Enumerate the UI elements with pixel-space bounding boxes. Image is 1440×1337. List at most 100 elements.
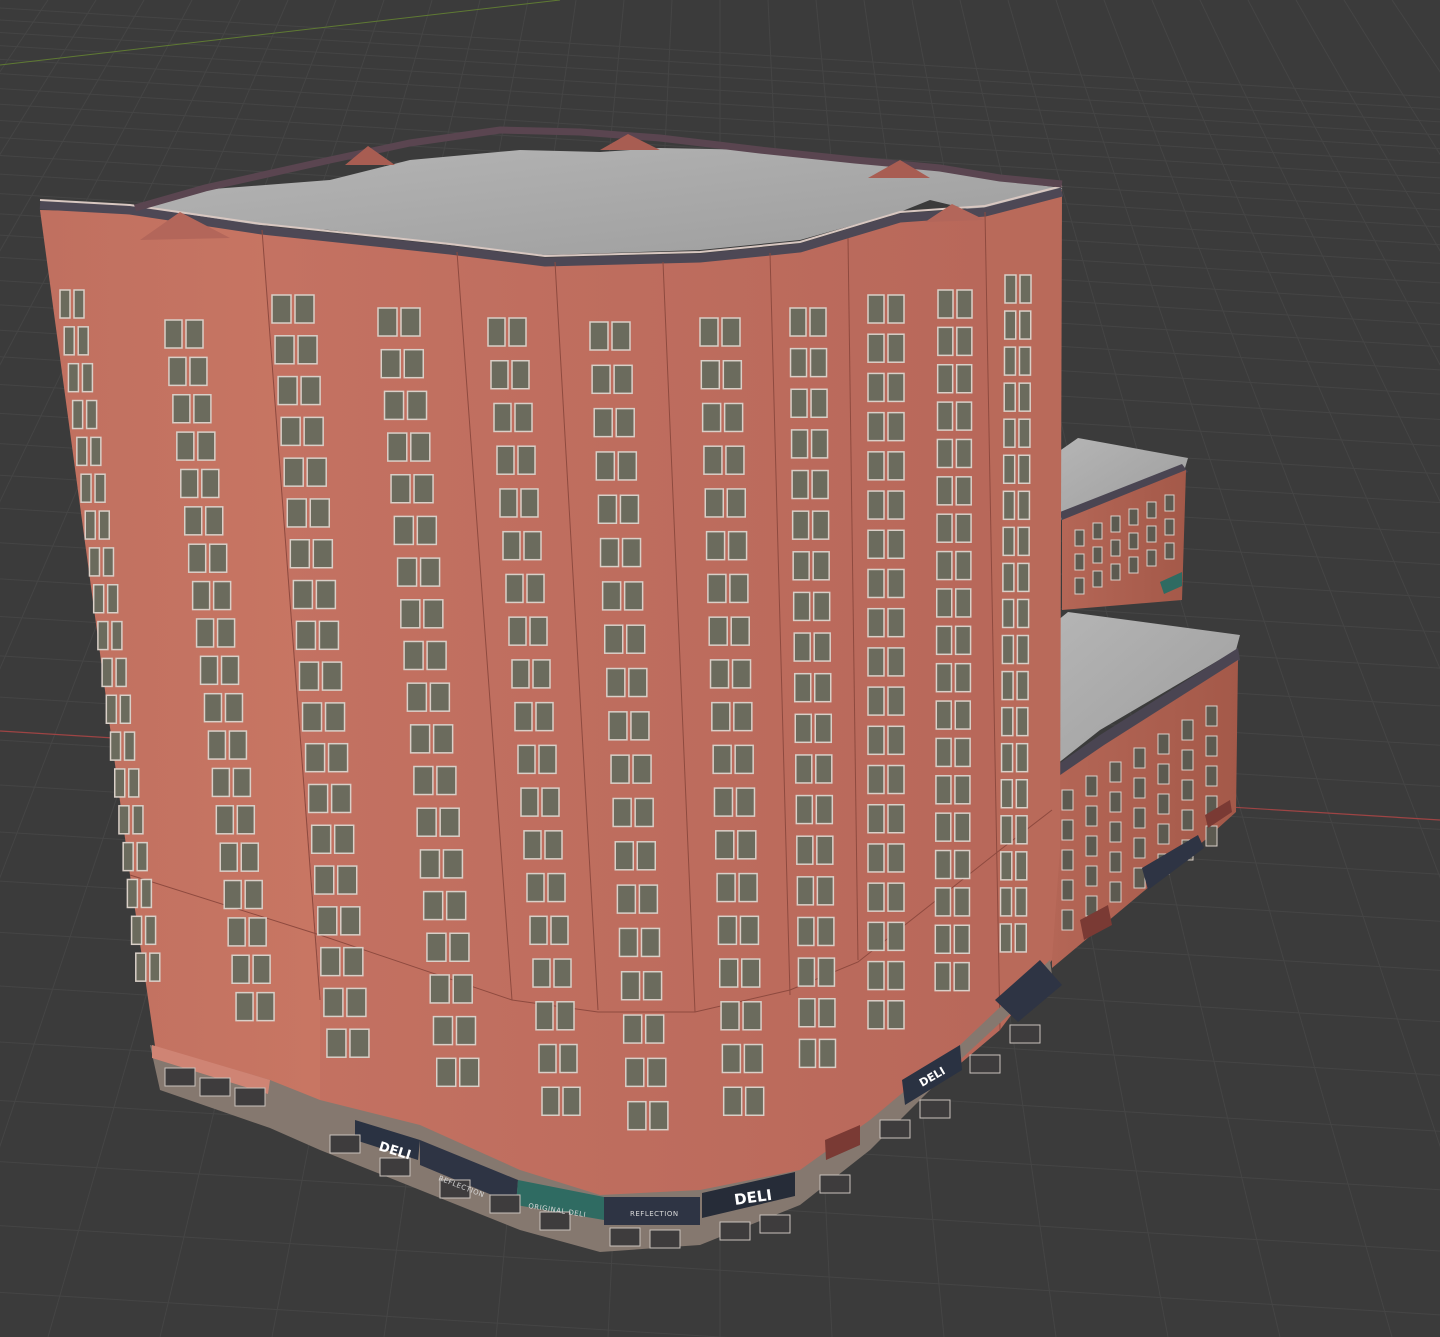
window bbox=[111, 620, 123, 651]
window bbox=[1128, 532, 1139, 550]
window bbox=[867, 294, 885, 324]
window bbox=[223, 879, 242, 910]
window bbox=[387, 432, 408, 462]
window bbox=[614, 841, 635, 871]
window bbox=[1085, 775, 1098, 797]
window bbox=[73, 289, 85, 319]
window bbox=[135, 952, 147, 982]
window bbox=[810, 429, 829, 459]
window bbox=[794, 713, 813, 744]
window bbox=[377, 307, 398, 337]
window bbox=[303, 416, 324, 447]
window bbox=[118, 805, 130, 835]
scene-canvas[interactable]: DELI REFLECTION ORIGINAL DELI REFLECTION… bbox=[0, 0, 1440, 1337]
3d-viewport[interactable]: DELI REFLECTION ORIGINAL DELI REFLECTION… bbox=[0, 0, 1440, 1337]
window bbox=[297, 335, 318, 365]
window bbox=[700, 359, 721, 390]
window bbox=[1164, 542, 1175, 560]
window bbox=[649, 1100, 669, 1131]
window bbox=[321, 661, 343, 691]
window bbox=[1000, 815, 1013, 845]
window bbox=[887, 686, 905, 716]
window bbox=[235, 991, 254, 1022]
window bbox=[185, 319, 204, 349]
window bbox=[67, 362, 80, 393]
shop-window bbox=[609, 1227, 641, 1247]
window bbox=[1110, 515, 1121, 533]
window bbox=[630, 711, 650, 741]
window bbox=[956, 326, 973, 357]
window bbox=[191, 580, 211, 611]
window bbox=[954, 662, 972, 693]
window bbox=[867, 333, 885, 363]
window bbox=[793, 672, 812, 703]
window bbox=[887, 1000, 905, 1030]
window bbox=[326, 1028, 347, 1058]
window bbox=[517, 445, 536, 475]
window bbox=[228, 730, 248, 760]
window bbox=[1109, 821, 1122, 843]
window bbox=[887, 921, 905, 952]
window bbox=[790, 388, 808, 419]
window bbox=[63, 326, 75, 356]
window bbox=[144, 915, 157, 946]
front-annex-building[interactable] bbox=[1050, 612, 1240, 968]
window bbox=[294, 294, 315, 324]
window bbox=[867, 529, 885, 560]
window bbox=[955, 438, 973, 469]
window bbox=[887, 411, 905, 442]
shop-window bbox=[489, 1194, 521, 1214]
window bbox=[937, 326, 954, 357]
window bbox=[94, 473, 106, 503]
window bbox=[487, 317, 506, 347]
window bbox=[813, 672, 832, 703]
window bbox=[722, 359, 743, 390]
grid-line bbox=[1295, 0, 1440, 252]
window bbox=[935, 737, 952, 768]
window bbox=[953, 924, 971, 955]
shop-window bbox=[329, 1134, 361, 1154]
window bbox=[616, 884, 637, 914]
window bbox=[1000, 778, 1014, 809]
window bbox=[810, 388, 828, 419]
window bbox=[126, 878, 139, 909]
window bbox=[713, 787, 734, 817]
window bbox=[813, 632, 831, 662]
window bbox=[887, 451, 905, 481]
window bbox=[1092, 546, 1103, 564]
window bbox=[1061, 909, 1074, 931]
window bbox=[119, 694, 132, 725]
window bbox=[323, 987, 344, 1018]
window bbox=[327, 742, 349, 773]
window bbox=[632, 754, 652, 784]
rear-annex-building[interactable] bbox=[1058, 438, 1188, 610]
window bbox=[1015, 851, 1028, 881]
window bbox=[709, 659, 730, 689]
window bbox=[734, 744, 754, 775]
window bbox=[936, 476, 953, 506]
window bbox=[599, 537, 620, 568]
window bbox=[505, 573, 524, 604]
window bbox=[731, 659, 752, 689]
window bbox=[1018, 418, 1031, 448]
window bbox=[867, 686, 885, 716]
window bbox=[343, 946, 364, 977]
shop-window bbox=[649, 1229, 681, 1249]
window bbox=[1074, 553, 1085, 571]
window bbox=[535, 1001, 554, 1031]
window bbox=[393, 515, 415, 546]
window bbox=[721, 1043, 742, 1074]
window bbox=[422, 890, 444, 921]
window bbox=[867, 843, 885, 873]
window bbox=[711, 701, 731, 732]
window bbox=[317, 906, 338, 936]
y-axis-line bbox=[0, 0, 561, 66]
window bbox=[887, 333, 905, 363]
window bbox=[1016, 634, 1030, 665]
window bbox=[426, 640, 447, 671]
main-tower-building[interactable]: DELI REFLECTION ORIGINAL DELI REFLECTION… bbox=[39, 126, 1064, 1252]
window bbox=[189, 356, 208, 387]
window bbox=[796, 876, 815, 906]
window bbox=[1133, 777, 1146, 799]
shop-window bbox=[1009, 1024, 1041, 1044]
